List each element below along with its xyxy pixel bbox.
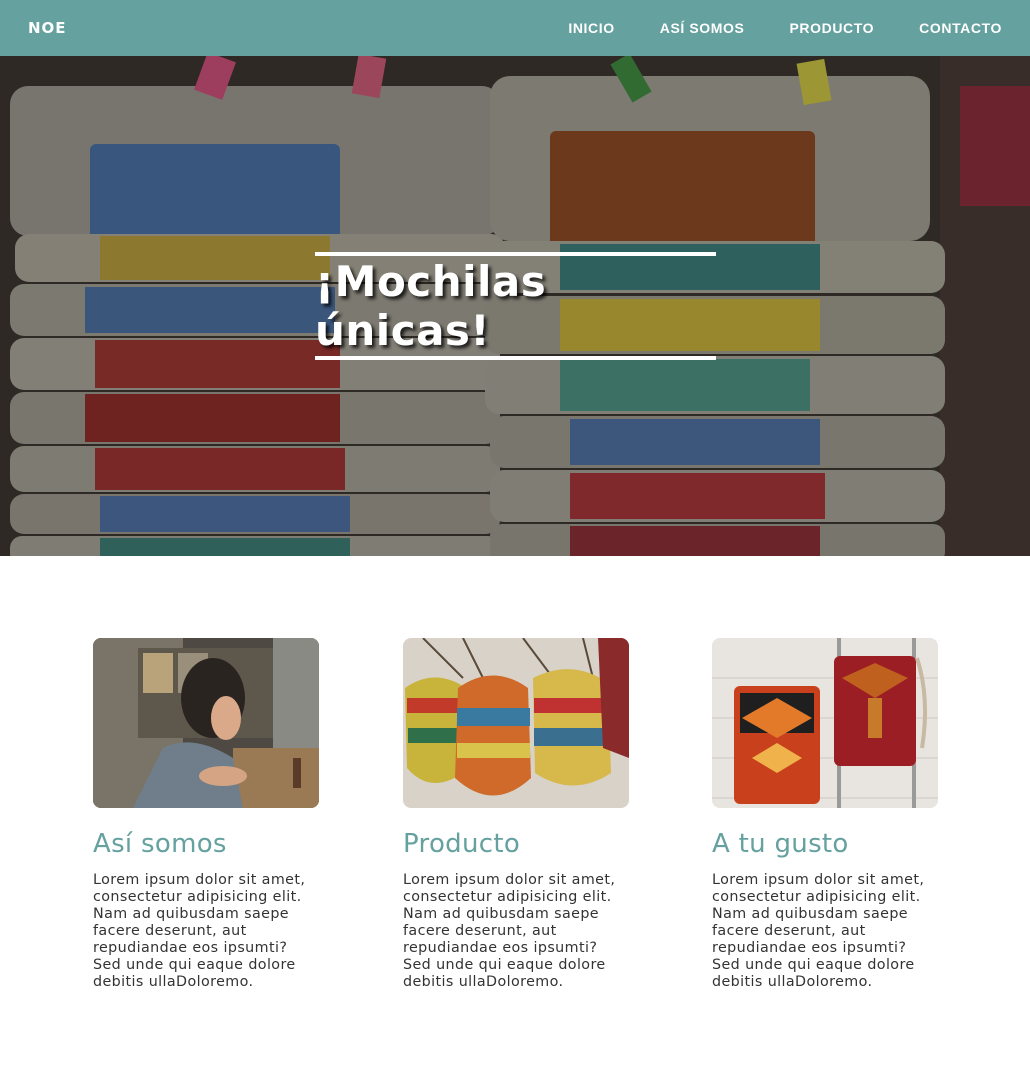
card-text: Lorem ipsum dolor sit amet, consectetur … [93, 872, 306, 990]
nav-link-contacto[interactable]: CONTACTO [919, 20, 1002, 36]
card-text: Lorem ipsum dolor sit amet, consectetur … [712, 872, 925, 990]
main-nav: INICIO ASÍ SOMOS PRODUCTO CONTACTO [523, 20, 1002, 36]
card-title: Así somos [93, 829, 227, 859]
logo-link[interactable]: NOE [28, 19, 67, 37]
nav-link-producto[interactable]: PRODUCTO [789, 20, 874, 36]
card-title: A tu gusto [712, 829, 849, 859]
hero-title-frame: ¡Mochilas únicas! [315, 252, 716, 360]
nav-link-asi-somos[interactable]: ASÍ SOMOS [660, 20, 745, 36]
nav-link-inicio[interactable]: INICIO [568, 20, 614, 36]
navbar: NOE INICIO ASÍ SOMOS PRODUCTO CONTACTO [0, 0, 1030, 56]
card-asi-somos: Así somos Lorem ipsum dolor sit amet, co… [93, 638, 319, 991]
patterned-backpacks-image [712, 638, 938, 808]
card-a-tu-gusto: A tu gusto Lorem ipsum dolor sit amet, c… [712, 638, 938, 991]
hero-title: ¡Mochilas únicas! [315, 257, 547, 355]
woven-bags-image [403, 638, 629, 808]
card-text: Lorem ipsum dolor sit amet, consectetur … [403, 872, 616, 990]
hero-banner: ¡Mochilas únicas! [0, 56, 1030, 556]
card-producto: Producto Lorem ipsum dolor sit amet, con… [403, 638, 629, 991]
artisan-working-image [93, 638, 319, 808]
card-title: Producto [403, 829, 521, 859]
